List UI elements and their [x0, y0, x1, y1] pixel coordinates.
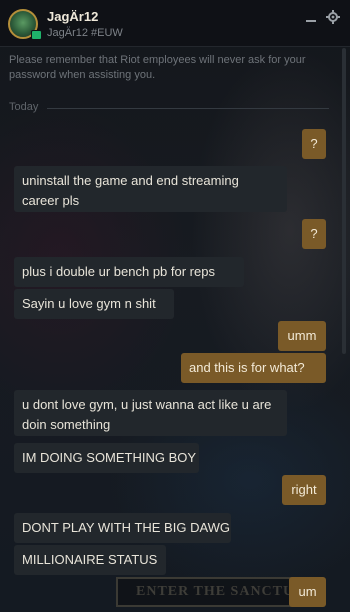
chat-message-outgoing: um	[289, 577, 326, 607]
gear-icon[interactable]	[326, 10, 340, 24]
chat-header: JagÄr12 JagÄr12 #EUW	[0, 0, 350, 47]
contact-name[interactable]: JagÄr12	[47, 9, 98, 24]
chat-message-incoming: MILLIONAIRE STATUS	[14, 545, 166, 575]
enter-the-sanctum-button[interactable]: ENTER THE SANCTUM	[116, 577, 316, 607]
chat-message-outgoing: and this is for what?	[181, 353, 326, 383]
chat-message-incoming: uninstall the game and end streaming car…	[14, 166, 287, 212]
date-divider-label: Today	[9, 101, 39, 113]
date-divider: Today	[9, 101, 329, 115]
chat-message-incoming: Sayin u love gym n shit	[14, 289, 174, 319]
online-status-icon	[31, 30, 42, 40]
gear-icon-glyph	[326, 10, 340, 24]
chat-message-incoming: plus i double ur bench pb for reps	[14, 257, 244, 287]
chat-message-incoming: DONT PLAY WITH THE BIG DAWG	[14, 513, 231, 543]
chat-message-incoming: IM DOING SOMETHING BOY	[14, 443, 199, 473]
chat-message-outgoing: ?	[302, 129, 326, 159]
chat-message-incoming: u dont love gym, u just wanna act like u…	[14, 390, 287, 436]
minimize-icon[interactable]	[304, 10, 318, 24]
security-notice: Please remember that Riot employees will…	[9, 54, 306, 81]
contact-riot-id: JagÄr12 #EUW	[47, 27, 123, 39]
scrollbar[interactable]	[342, 48, 346, 354]
chat-message-outgoing: right	[282, 475, 326, 505]
divider-line	[47, 108, 329, 109]
chat-message-outgoing: umm	[278, 321, 326, 351]
chat-message-outgoing: ?	[302, 219, 326, 249]
